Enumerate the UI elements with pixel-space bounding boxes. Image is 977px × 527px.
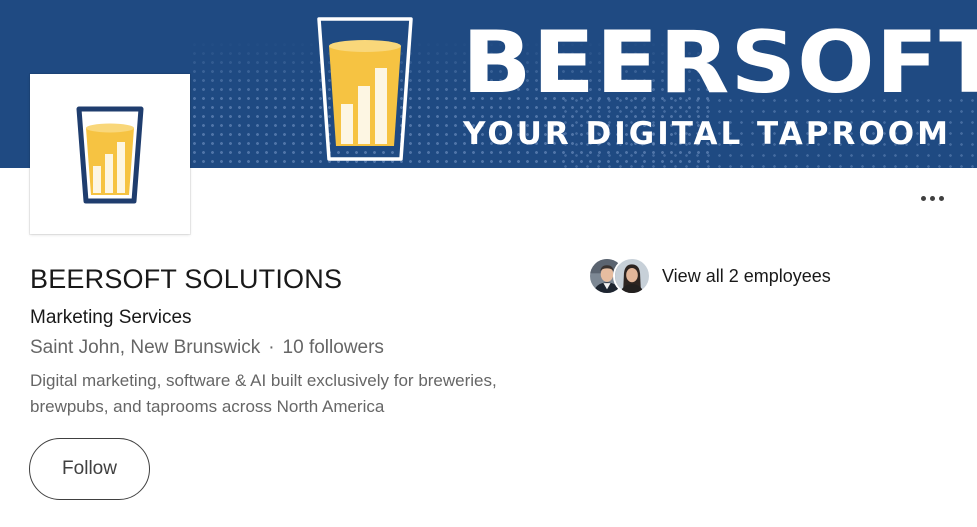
follow-button[interactable]: Follow [29, 438, 150, 500]
banner-tagline: YOUR DIGITAL TAPROOM [463, 116, 951, 152]
company-industry: Marketing Services [30, 307, 192, 328]
person-icon [615, 259, 649, 293]
followers-count[interactable]: 10 followers [283, 337, 384, 358]
meta-separator: · [268, 337, 275, 358]
employee-avatar [613, 257, 651, 295]
company-page-header: BEERSOFT YOUR DIGITAL TAPROOM BEERSOFT S… [0, 0, 977, 527]
beer-glass-icon [317, 17, 413, 161]
view-employees-label[interactable]: View all 2 employees [662, 266, 831, 287]
more-horizontal-icon-dot [938, 195, 944, 201]
more-options-button[interactable] [910, 184, 954, 212]
company-location: Saint John, New Brunswick [30, 337, 261, 358]
company-tagline: Digital marketing, software & AI built e… [30, 371, 497, 416]
company-name: BEERSOFT SOLUTIONS [30, 264, 343, 294]
banner-title: BEERSOFT [462, 13, 977, 113]
more-horizontal-icon [920, 195, 926, 201]
company-logo[interactable] [30, 74, 190, 234]
employees-link[interactable]: View all 2 employees [588, 256, 831, 296]
company-meta: Saint John, New Brunswick · 10 followers [30, 335, 384, 361]
more-horizontal-icon-dot [929, 195, 935, 201]
beer-glass-chart-icon [76, 106, 144, 204]
